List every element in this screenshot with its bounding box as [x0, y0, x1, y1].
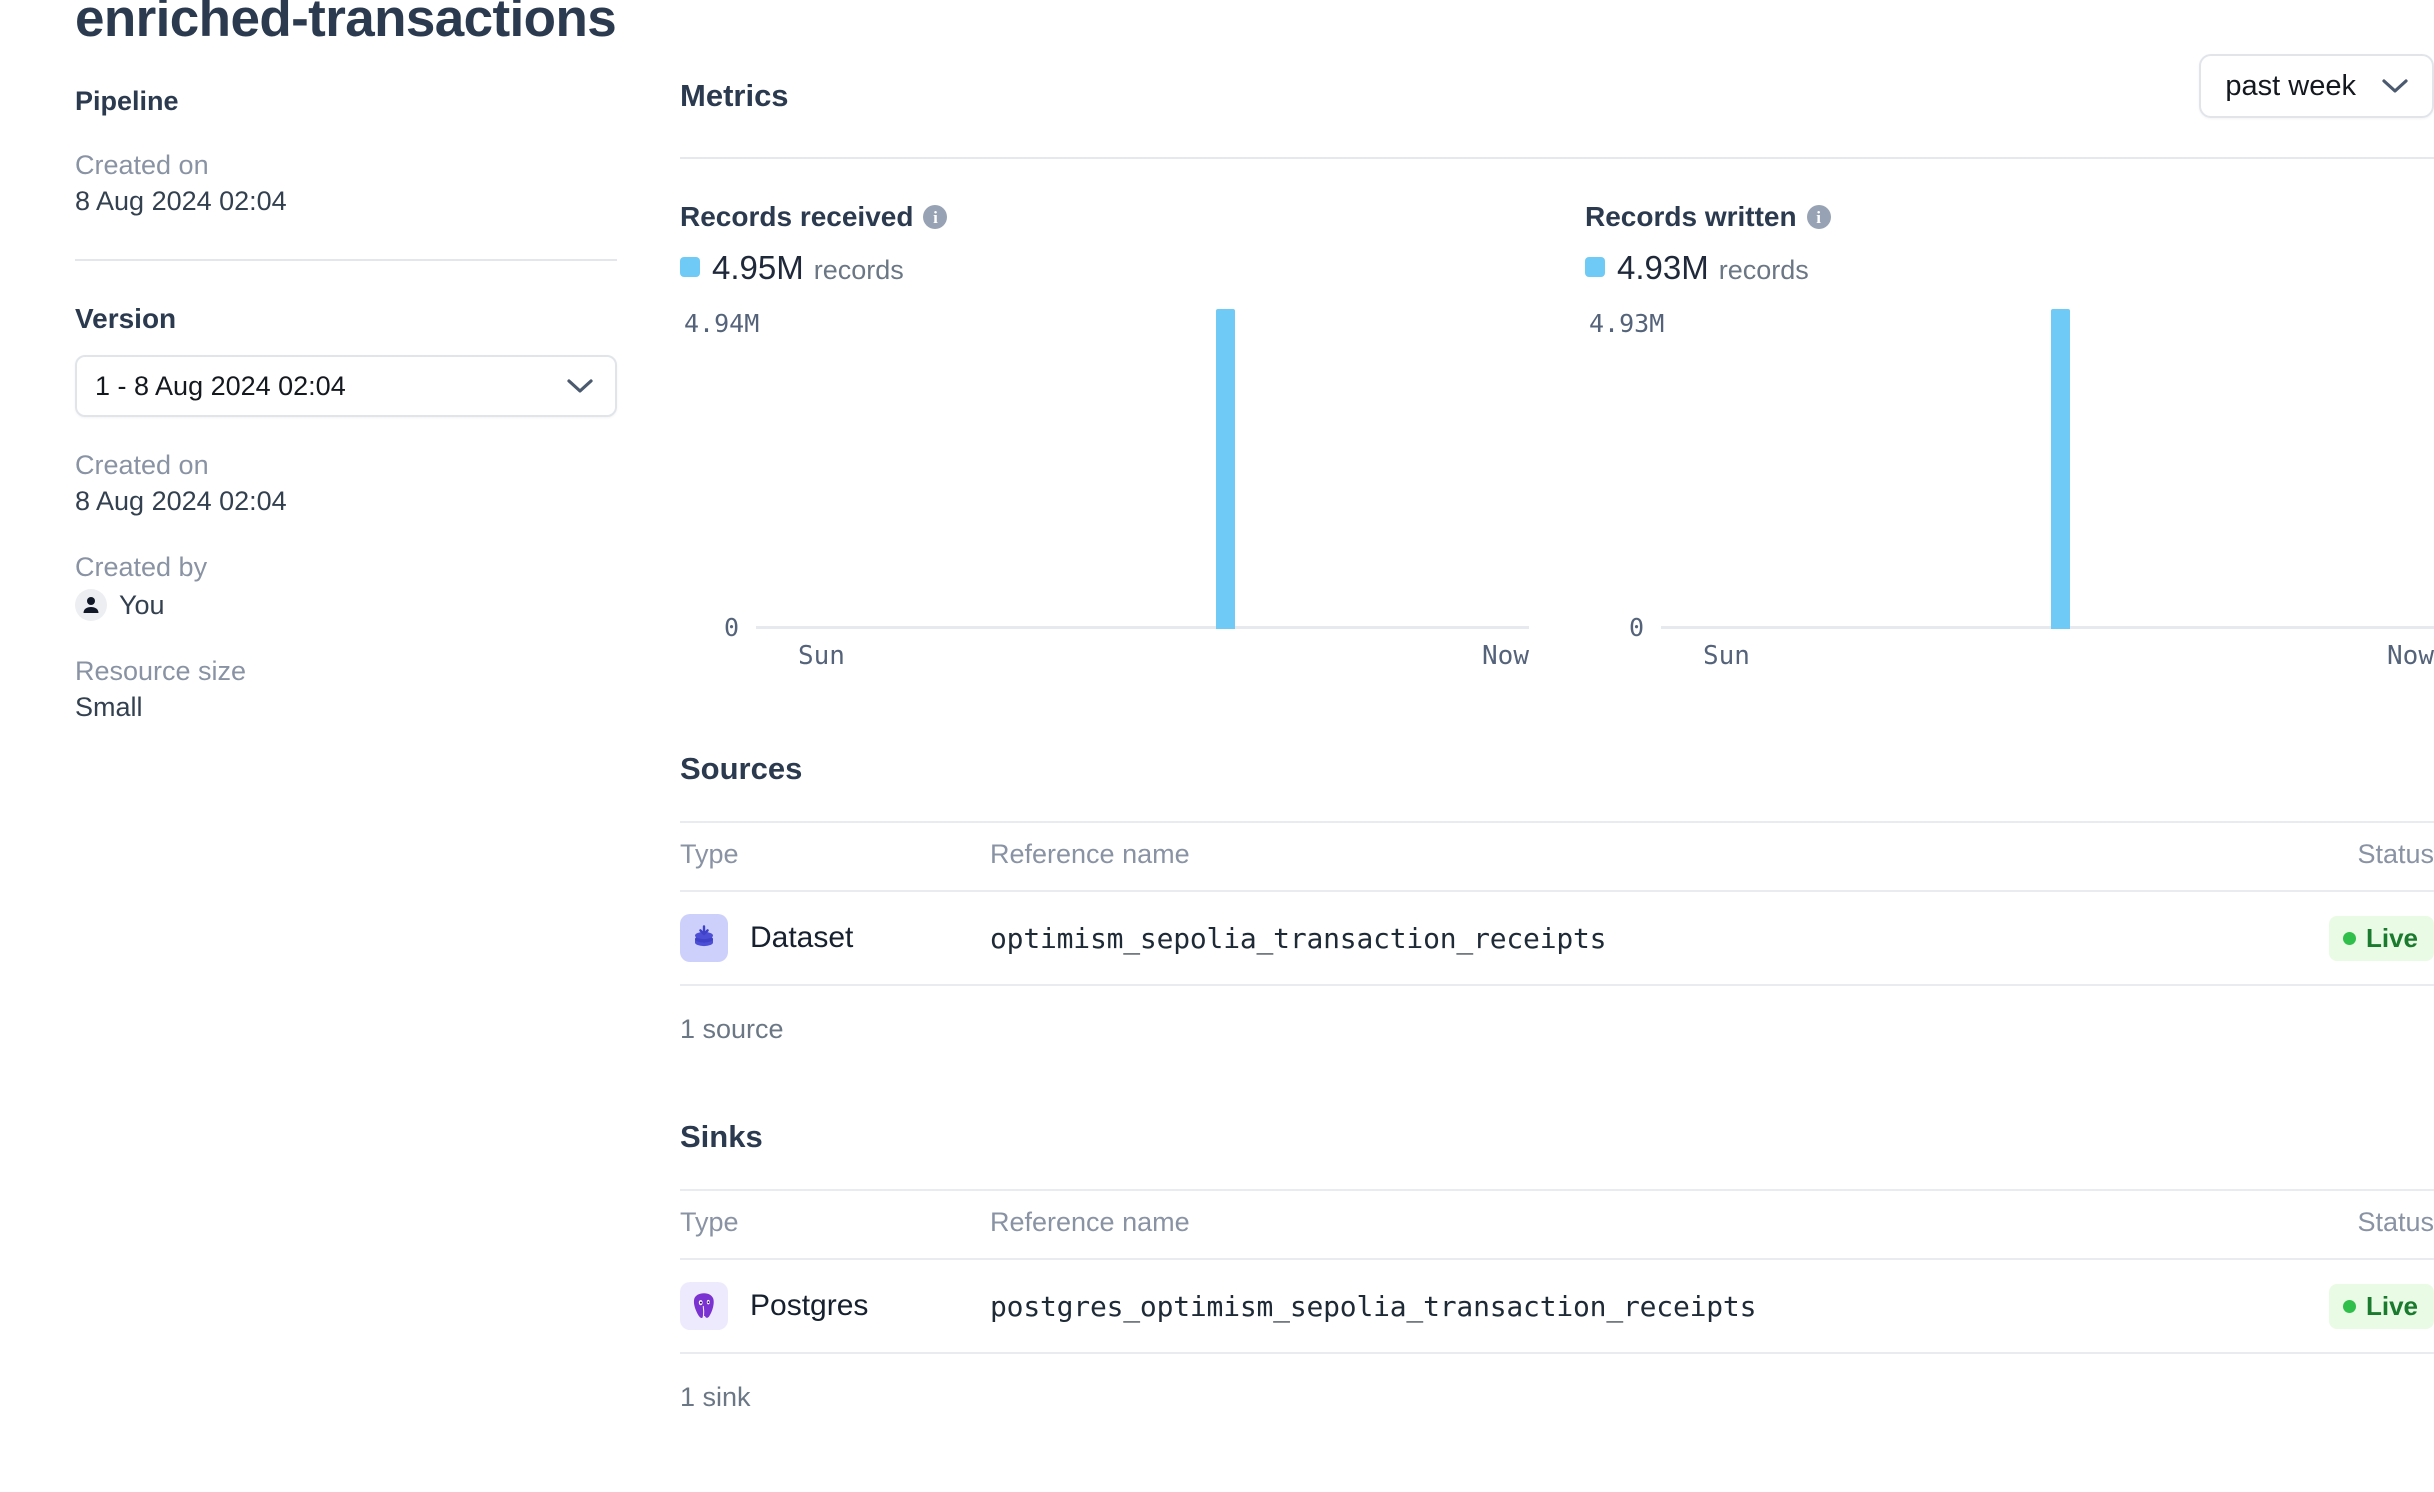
created-by-label: Created by [75, 552, 208, 582]
chart-legend: 4.93M records [1585, 249, 2434, 287]
avatar [75, 589, 107, 621]
legend-value: 4.93M [1617, 249, 1709, 286]
created-by-field: Created by You [75, 549, 618, 623]
pipeline-sidebar: enriched-transactions Pipeline Created o… [0, 0, 680, 1492]
chevron-down-icon [567, 378, 593, 394]
status-badge: Live [2328, 915, 2434, 961]
version-created-on-field: Created on 8 Aug 2024 02:04 [75, 447, 618, 519]
metrics-divider [680, 157, 2434, 159]
y-axis-zero-label: 0 [1629, 613, 1645, 642]
metrics-header: Metrics past week [680, 0, 2434, 118]
cell-type: Postgres [680, 1259, 990, 1354]
chart-records-written: Records written i 4.93M records 4.93M 0 … [1585, 201, 2434, 677]
table-header-row: Type Reference name Status [680, 821, 2434, 892]
sources-count-note: 1 source [680, 1014, 784, 1044]
table-row[interactable]: Dataset optimism_sepolia_transaction_rec… [680, 891, 2434, 986]
table-header-row: Type Reference name Status [680, 1189, 2434, 1260]
cell-reference-name: postgres_optimism_sepolia_transaction_re… [990, 1259, 2104, 1354]
legend-value: 4.95M [712, 249, 804, 286]
chart-x-labels: Sun Now [680, 641, 1529, 677]
column-header-status: Status [2104, 1189, 2434, 1260]
dataset-icon [680, 914, 728, 962]
sinks-section: Sinks Type Reference name Status Postgre… [680, 1119, 2434, 1413]
sinks-count-note: 1 sink [680, 1382, 751, 1412]
legend-unit: records [1718, 255, 1809, 285]
info-icon[interactable]: i [923, 205, 948, 229]
y-axis-max-label: 4.93M [1589, 309, 1665, 338]
pipeline-detail-page: enriched-transactions Pipeline Created o… [0, 0, 2434, 1492]
chart-plot-area: 4.94M 0 [680, 309, 1529, 642]
source-type-name: Dataset [750, 921, 854, 954]
resource-size-label: Resource size [75, 656, 247, 686]
sources-heading: Sources [680, 751, 803, 786]
sidebar-divider [75, 259, 617, 261]
column-header-reference-name: Reference name [990, 821, 2104, 892]
resource-size-value: Small [75, 692, 143, 722]
sources-table: Type Reference name Status Dataset optim… [680, 821, 2434, 986]
chart-title: Records received [680, 201, 914, 232]
y-axis-max-label: 4.94M [684, 309, 760, 338]
pipeline-created-on-value: 8 Aug 2024 02:04 [75, 186, 287, 216]
cell-reference-name: optimism_sepolia_transaction_receipts [990, 891, 2104, 986]
resource-size-field: Resource size Small [75, 653, 618, 725]
sink-type-name: Postgres [750, 1289, 869, 1322]
chart-title: Records written [1585, 201, 1797, 232]
sink-reference-name: postgres_optimism_sepolia_transaction_re… [990, 1289, 1757, 1323]
column-header-type: Type [680, 821, 990, 892]
x-axis-line [1661, 626, 2434, 629]
chart-plot-area: 4.93M 0 [1585, 309, 2434, 642]
metrics-charts: Records received i 4.95M records 4.94M 0… [680, 201, 2434, 677]
column-header-status: Status [2104, 821, 2434, 892]
x-axis-line [756, 626, 1529, 629]
pipeline-created-on-label: Created on [75, 150, 209, 180]
column-header-type: Type [680, 1189, 990, 1260]
sinks-heading: Sinks [680, 1119, 763, 1154]
bar-records-written[interactable] [2051, 309, 2070, 629]
status-dot-icon [2342, 1299, 2356, 1313]
version-section-label: Version [75, 303, 177, 334]
page-title: enriched-transactions [75, 0, 617, 48]
source-reference-name: optimism_sepolia_transaction_receipts [990, 921, 1607, 955]
info-icon[interactable]: i [1806, 205, 1831, 229]
status-badge: Live [2328, 1283, 2434, 1329]
legend-swatch-icon [1585, 257, 1605, 277]
resource-kind-label: Pipeline [75, 86, 179, 116]
status-dot-icon [2342, 931, 2356, 945]
status-badge-label: Live [2365, 1290, 2418, 1321]
main-content: Metrics past week Records received i 4.9… [680, 0, 2434, 1492]
sinks-table: Type Reference name Status Postgres post… [680, 1189, 2434, 1354]
version-created-on-label: Created on [75, 450, 209, 480]
x-axis-start-label: Sun [1703, 641, 1750, 671]
table-row[interactable]: Postgres postgres_optimism_sepolia_trans… [680, 1259, 2434, 1354]
cell-type: Dataset [680, 891, 990, 986]
status-badge-label: Live [2365, 922, 2418, 953]
y-axis-zero-label: 0 [724, 613, 740, 642]
legend-unit: records [813, 255, 904, 285]
bar-records-received[interactable] [1216, 309, 1235, 629]
created-by-value: You [119, 590, 165, 620]
postgres-icon [680, 1282, 728, 1330]
chart-title-row: Records received i [680, 201, 1529, 233]
x-axis-end-label: Now [1482, 641, 1529, 671]
created-by-row: You [75, 587, 618, 623]
time-range-value: past week [2225, 69, 2356, 102]
cell-status: Live [2104, 1259, 2434, 1354]
chart-x-labels: Sun Now [1585, 641, 2434, 677]
chart-title-row: Records written i [1585, 201, 2434, 233]
pipeline-created-on-field: Created on 8 Aug 2024 02:04 [75, 147, 618, 219]
version-created-on-value: 8 Aug 2024 02:04 [75, 486, 287, 516]
time-range-select[interactable]: past week [2199, 54, 2434, 118]
chart-legend: 4.95M records [680, 249, 1529, 287]
chart-records-received: Records received i 4.95M records 4.94M 0… [680, 201, 1585, 677]
version-select[interactable]: 1 - 8 Aug 2024 02:04 [75, 355, 617, 417]
version-select-value: 1 - 8 Aug 2024 02:04 [95, 370, 346, 401]
sources-section: Sources Type Reference name Status Datas… [680, 751, 2434, 1045]
chevron-down-icon [2382, 78, 2408, 94]
cell-status: Live [2104, 891, 2434, 986]
column-header-reference-name: Reference name [990, 1189, 2104, 1260]
legend-swatch-icon [680, 257, 700, 277]
x-axis-start-label: Sun [798, 641, 845, 671]
metrics-heading: Metrics [680, 78, 789, 113]
x-axis-end-label: Now [2387, 641, 2434, 671]
